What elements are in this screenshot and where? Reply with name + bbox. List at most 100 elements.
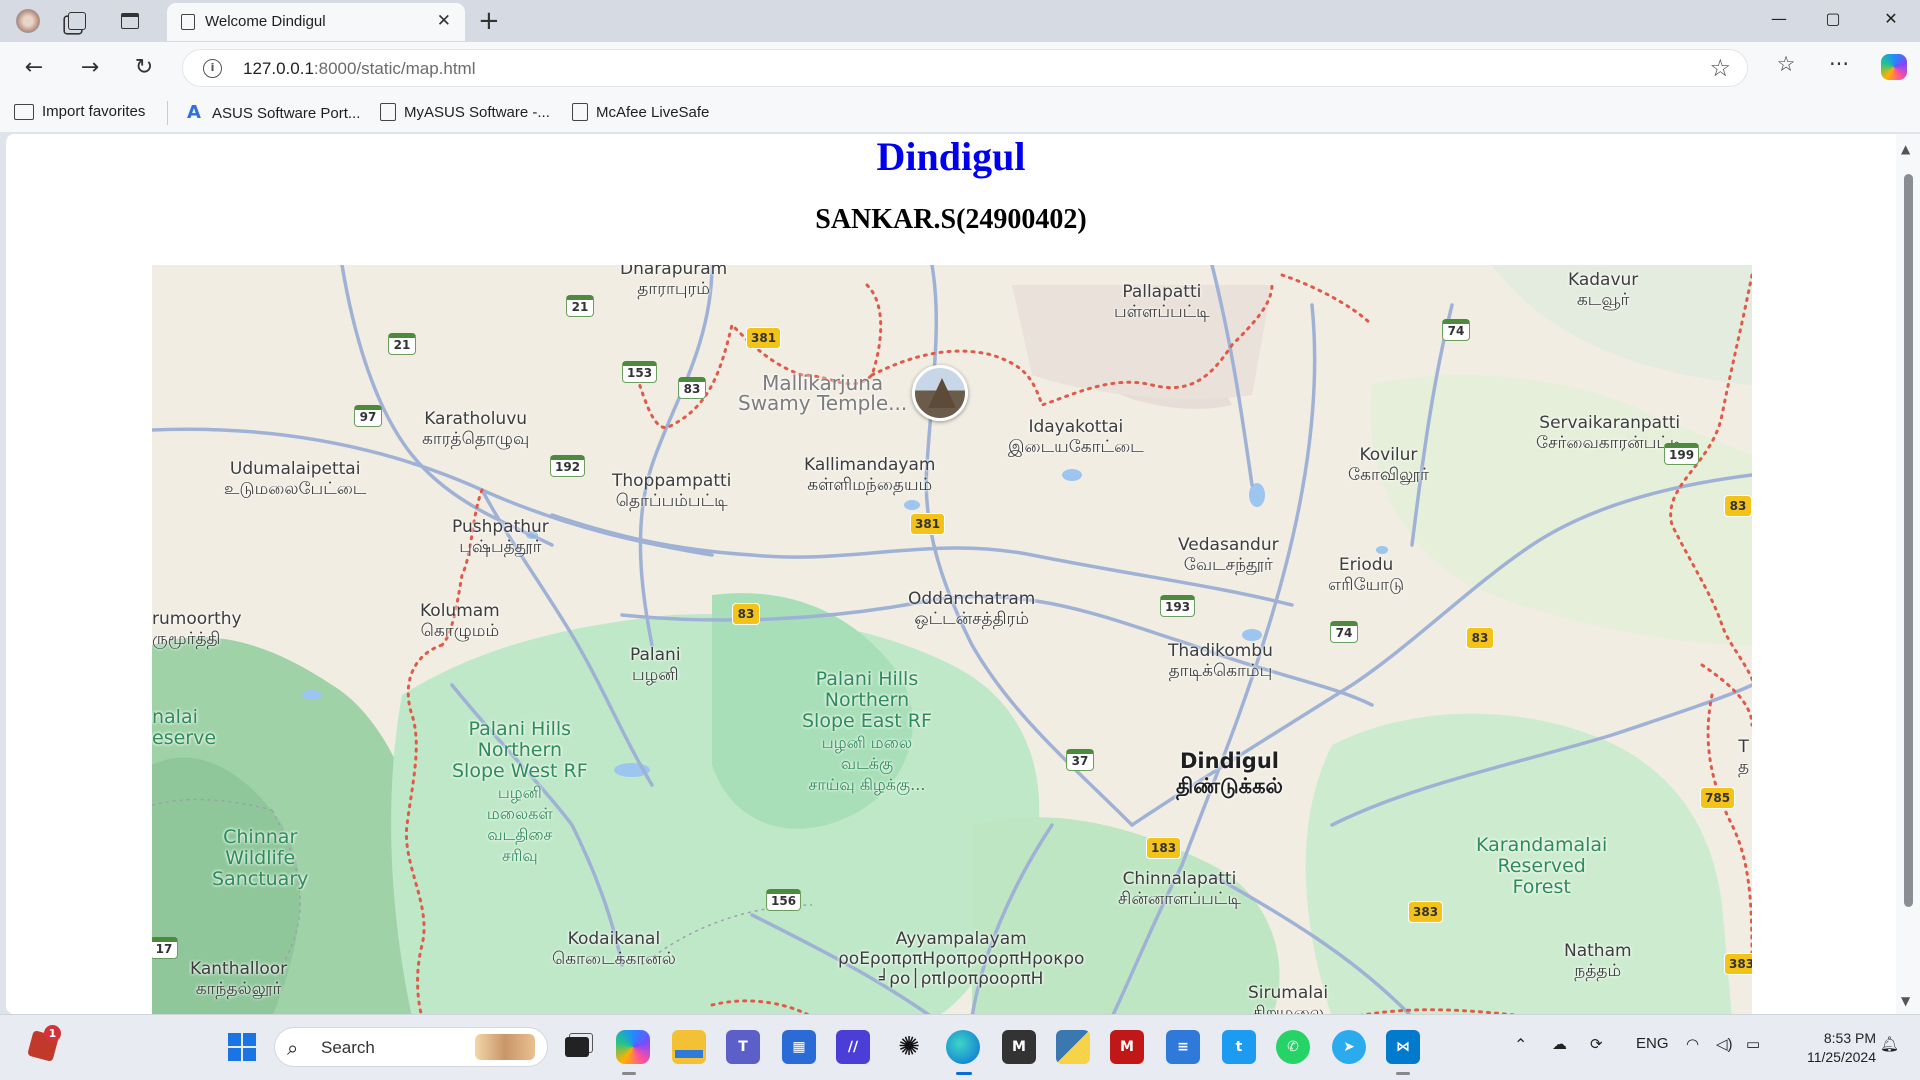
favorites-icon[interactable]: ☆ — [1770, 52, 1802, 84]
close-window-icon[interactable]: ✕ — [1876, 9, 1906, 33]
forward-arrow-icon[interactable]: → — [74, 52, 106, 84]
map-label-palani-hills-east-rf: Palani Hills Northern Slope East RF பழனி மல… — [802, 668, 932, 795]
map-label-mallikarjuna-temple: Mallikarjuna Swamy Temple... — [738, 371, 908, 415]
route-shield-83: 83 — [678, 377, 706, 399]
favorite-star-icon[interactable]: ☆ — [1709, 54, 1731, 82]
profile-avatar-icon[interactable] — [14, 7, 42, 35]
python-icon[interactable] — [1056, 1030, 1090, 1064]
map-label-kovilur: Kovilur கோவிலூர் — [1348, 445, 1429, 485]
active-app-indicator — [956, 1072, 972, 1075]
notepad-icon[interactable]: ≡ — [1166, 1030, 1200, 1064]
web-page: Dindigul SANKAR.S(24900402) Dharapuram த… — [6, 134, 1902, 1014]
tab-title: Welcome Dindigul — [205, 13, 326, 30]
map-label-kallimandayam: Kallimandayam கள்ளிமந்தையம் — [804, 455, 936, 495]
more-options-icon[interactable]: ··· — [1823, 52, 1855, 84]
page-icon — [380, 103, 396, 121]
route-shield-83: 83 — [1466, 627, 1494, 649]
minimize-icon[interactable]: — — [1764, 9, 1794, 33]
route-shield-17: 17 — [152, 937, 178, 959]
bookmarks-bar: Import favorites A ASUS Software Port...… — [0, 94, 1920, 132]
map-label-murthy: rumoorthy ருமூர்த்தி — [152, 609, 242, 649]
page-icon — [181, 14, 195, 30]
scrollbar-thumb[interactable] — [1904, 174, 1913, 907]
running-app-indicator — [622, 1072, 636, 1075]
microsoft-store-icon[interactable]: ▦ — [782, 1030, 816, 1064]
scroll-down-icon[interactable]: ▼ — [1901, 994, 1910, 1008]
twitter-icon[interactable]: t — [1222, 1030, 1256, 1064]
browser-toolbar: ← → ↻ i 127.0.0.1:8000/static/map.html ☆… — [0, 42, 1920, 94]
back-arrow-icon[interactable]: ← — [18, 52, 50, 84]
show-hidden-icons-icon[interactable]: ⌃ — [1514, 1035, 1527, 1055]
search-placeholder: Search — [321, 1038, 375, 1057]
site-info-icon[interactable]: i — [203, 59, 222, 78]
new-tab-icon[interactable]: + — [478, 6, 500, 36]
map-label-palani-hills-west-rf: Palani Hills Northern Slope West RF பழனி மலை… — [452, 718, 588, 866]
mcafee-icon[interactable]: M — [1110, 1030, 1144, 1064]
copilot-icon[interactable] — [1881, 54, 1907, 80]
running-app-indicator — [1396, 1072, 1410, 1075]
windows-start-icon[interactable] — [225, 1030, 259, 1064]
battery-icon[interactable]: ▭ — [1746, 1035, 1760, 1053]
map-label-sirumalai: Sirumalai சிறுமலை — [1248, 983, 1329, 1014]
workspaces-icon[interactable] — [63, 7, 91, 35]
notifications-bell-icon[interactable]: 🔔︎ — [1880, 1035, 1899, 1053]
visual-studio-icon[interactable]: ∕∕ — [836, 1030, 870, 1064]
maximize-icon[interactable]: ▢ — [1818, 9, 1848, 33]
map-label-chinnar-wildlife: Chinnar Wildlife Sanctuary — [212, 826, 309, 890]
url-text[interactable]: 127.0.0.1:8000/static/map.html — [243, 59, 475, 79]
url-host: 127.0.0.1 — [243, 59, 314, 78]
google-map[interactable]: Dharapuram தாராபுரம் Pallapatti பள்ளப்பட்ட… — [152, 265, 1752, 1014]
mendeley-icon[interactable]: M — [1002, 1030, 1036, 1064]
bookmark-label: McAfee LiveSafe — [596, 103, 710, 121]
map-label-dharapuram: Dharapuram தாராபுரம் — [620, 265, 728, 299]
system-clock[interactable]: 8:53 PM 11/25/2024 — [1780, 1029, 1876, 1067]
search-highlight-icon — [475, 1034, 535, 1060]
taskbar-search-box[interactable]: ⌕ Search — [274, 1027, 548, 1067]
route-shield-21: 21 — [566, 295, 594, 317]
map-label-kanthalloor: Kanthalloor காந்தல்லூர் — [190, 959, 288, 999]
asus-icon: A — [187, 102, 201, 123]
bookmark-mcafee[interactable]: McAfee LiveSafe — [572, 103, 709, 121]
chatgpt-icon[interactable]: ✺ — [892, 1030, 926, 1064]
place-marker-icon[interactable] — [912, 365, 968, 421]
bookmark-myasus[interactable]: MyASUS Software -... — [380, 103, 550, 121]
whatsapp-icon[interactable]: ✆ — [1276, 1030, 1310, 1064]
sync-icon[interactable]: ⟳ — [1590, 1035, 1603, 1053]
volume-icon[interactable]: ◁) — [1716, 1035, 1733, 1053]
weather-widget-icon[interactable]: 1 — [26, 1025, 61, 1063]
map-label-idayakottai: Idayakottai இடையகோட்டை — [1008, 417, 1144, 457]
map-label-dindigul: Dindigul திண்டுக்கல் — [1176, 749, 1283, 798]
page-icon — [572, 103, 588, 121]
vscode-icon[interactable]: ⋈ — [1386, 1030, 1420, 1064]
route-shield-97: 97 — [354, 405, 382, 427]
bookmark-label: Import favorites — [42, 103, 146, 120]
bookmark-import-favorites[interactable]: Import favorites — [14, 103, 145, 120]
copilot-icon[interactable] — [616, 1030, 650, 1064]
wifi-icon[interactable]: ◠ — [1686, 1035, 1699, 1053]
vertical-tabs-icon[interactable] — [116, 7, 144, 35]
page-scrollbar[interactable]: ▲ ▼ — [1896, 134, 1920, 1014]
onedrive-icon[interactable]: ☁ — [1552, 1035, 1567, 1053]
tab-welcome-dindigul[interactable]: Welcome Dindigul ✕ — [167, 3, 465, 41]
teams-icon[interactable]: T — [726, 1030, 760, 1064]
route-shield-156: 156 — [766, 889, 802, 911]
file-explorer-icon[interactable] — [672, 1030, 706, 1064]
windows-taskbar: 1 ⌕ Search T ▦ ∕∕ ✺ M M ≡ t ✆ ➤ ⋈ ⌃ ☁ ⟳ … — [0, 1014, 1920, 1080]
language-indicator[interactable]: ENG — [1636, 1035, 1669, 1052]
address-bar[interactable]: i 127.0.0.1:8000/static/map.html ☆ — [182, 49, 1748, 87]
map-label-edge: Tத — [1738, 737, 1750, 777]
edge-icon[interactable] — [946, 1030, 980, 1064]
refresh-icon[interactable]: ↻ — [128, 52, 160, 84]
telegram-icon[interactable]: ➤ — [1332, 1030, 1366, 1064]
task-view-icon[interactable] — [560, 1030, 594, 1064]
map-label-kolumam: Kolumam கொழுமம் — [420, 601, 500, 641]
bookmark-asus-software[interactable]: A ASUS Software Port... — [184, 103, 360, 123]
route-shield-383: 383 — [1408, 901, 1444, 923]
url-path: :8000/static/map.html — [313, 59, 476, 78]
close-tab-icon[interactable]: ✕ — [437, 11, 451, 31]
search-icon: ⌕ — [287, 1036, 299, 1060]
map-label-eriodu: Eriodu எரியோடு — [1328, 555, 1405, 595]
map-label-thoppampatti: Thoppampatti தொப்பம்பட்டி — [612, 471, 732, 511]
scroll-up-icon[interactable]: ▲ — [1901, 142, 1910, 156]
map-label-pushpathur: Pushpathur புஷ்பத்தூர் — [452, 517, 549, 557]
